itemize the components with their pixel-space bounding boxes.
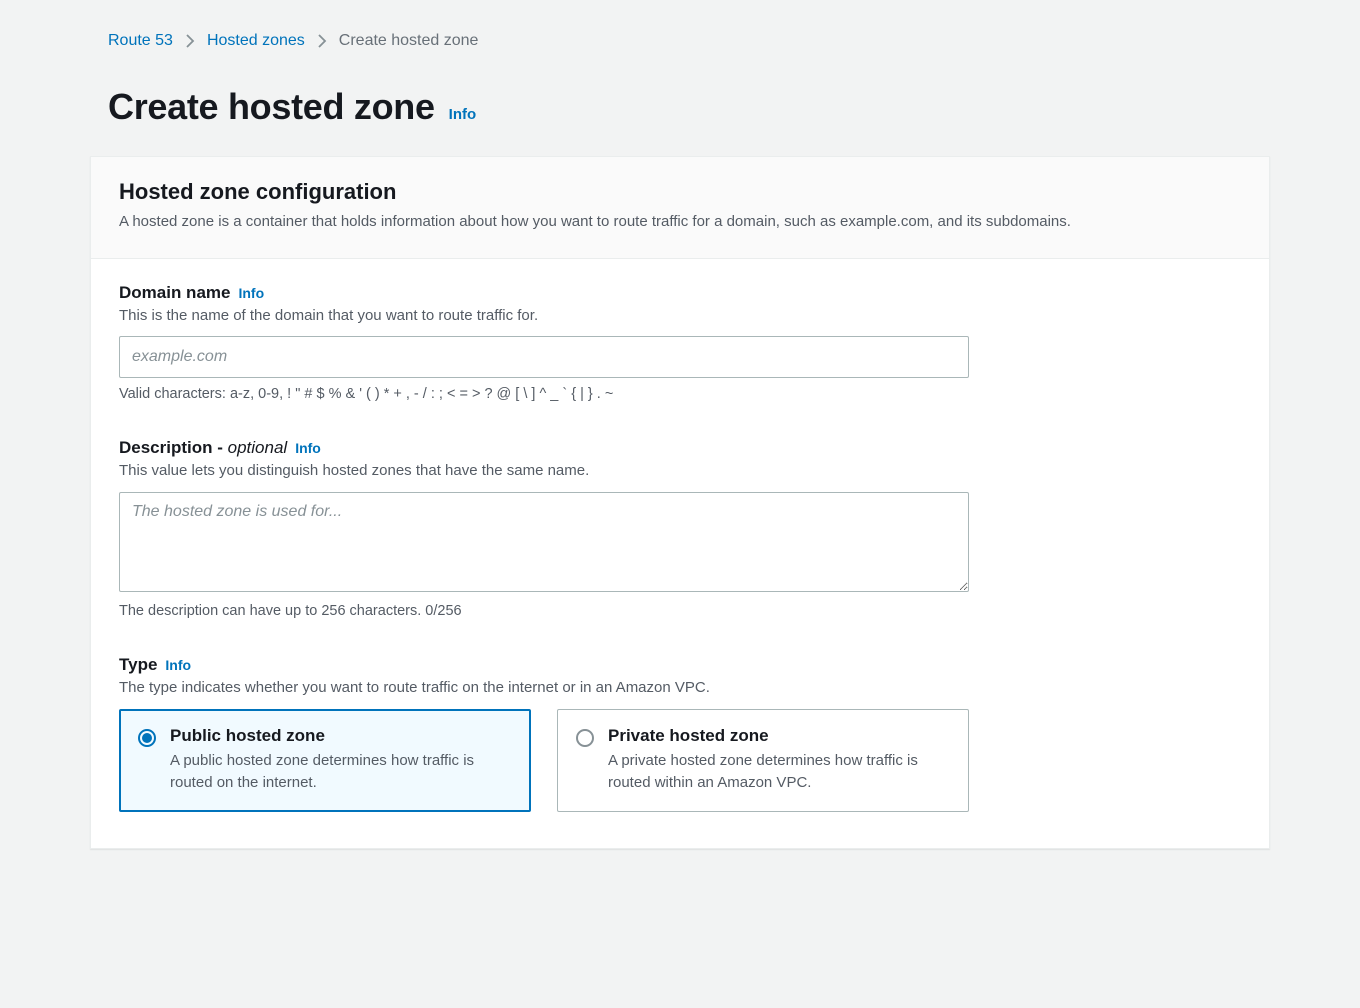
- domain-name-field: Domain name Info This is the name of the…: [119, 283, 1241, 403]
- description-label: Description - optional: [119, 438, 287, 458]
- breadcrumb-route53[interactable]: Route 53: [108, 32, 173, 50]
- type-option-public-title: Public hosted zone: [170, 726, 512, 746]
- description-input[interactable]: [119, 492, 969, 592]
- description-hint: This value lets you distinguish hosted z…: [119, 460, 1241, 482]
- description-info-link[interactable]: Info: [295, 440, 321, 456]
- panel-description: A hosted zone is a container that holds …: [119, 211, 1241, 234]
- type-label: Type: [119, 655, 157, 675]
- description-constraint: The description can have up to 256 chara…: [119, 603, 1241, 619]
- type-option-private[interactable]: Private hosted zone A private hosted zon…: [557, 709, 969, 813]
- panel-title: Hosted zone configuration: [119, 179, 1241, 205]
- domain-name-info-link[interactable]: Info: [238, 285, 264, 301]
- breadcrumb-current: Create hosted zone: [339, 32, 479, 50]
- breadcrumb: Route 53 Hosted zones Create hosted zone: [90, 32, 1270, 50]
- domain-name-hint: This is the name of the domain that you …: [119, 305, 1241, 327]
- type-option-private-title: Private hosted zone: [608, 726, 950, 746]
- domain-name-input[interactable]: [119, 336, 969, 378]
- domain-name-constraint: Valid characters: a-z, 0-9, ! " # $ % & …: [119, 386, 1241, 402]
- config-panel: Hosted zone configuration A hosted zone …: [90, 156, 1270, 849]
- description-field: Description - optional Info This value l…: [119, 438, 1241, 619]
- page-info-link[interactable]: Info: [449, 106, 477, 123]
- chevron-right-icon: [317, 33, 327, 49]
- radio-icon: [576, 729, 594, 747]
- type-option-public[interactable]: Public hosted zone A public hosted zone …: [119, 709, 531, 813]
- domain-name-label: Domain name: [119, 283, 230, 303]
- chevron-right-icon: [185, 33, 195, 49]
- radio-icon: [138, 729, 156, 747]
- type-field: Type Info The type indicates whether you…: [119, 655, 1241, 812]
- type-option-private-desc: A private hosted zone determines how tra…: [608, 750, 950, 794]
- description-label-text: Description -: [119, 438, 228, 457]
- type-hint: The type indicates whether you want to r…: [119, 677, 1241, 699]
- page-title: Create hosted zone: [108, 86, 435, 128]
- description-optional: optional: [228, 438, 288, 457]
- type-option-public-desc: A public hosted zone determines how traf…: [170, 750, 512, 794]
- breadcrumb-hosted-zones[interactable]: Hosted zones: [207, 32, 305, 50]
- type-info-link[interactable]: Info: [165, 657, 191, 673]
